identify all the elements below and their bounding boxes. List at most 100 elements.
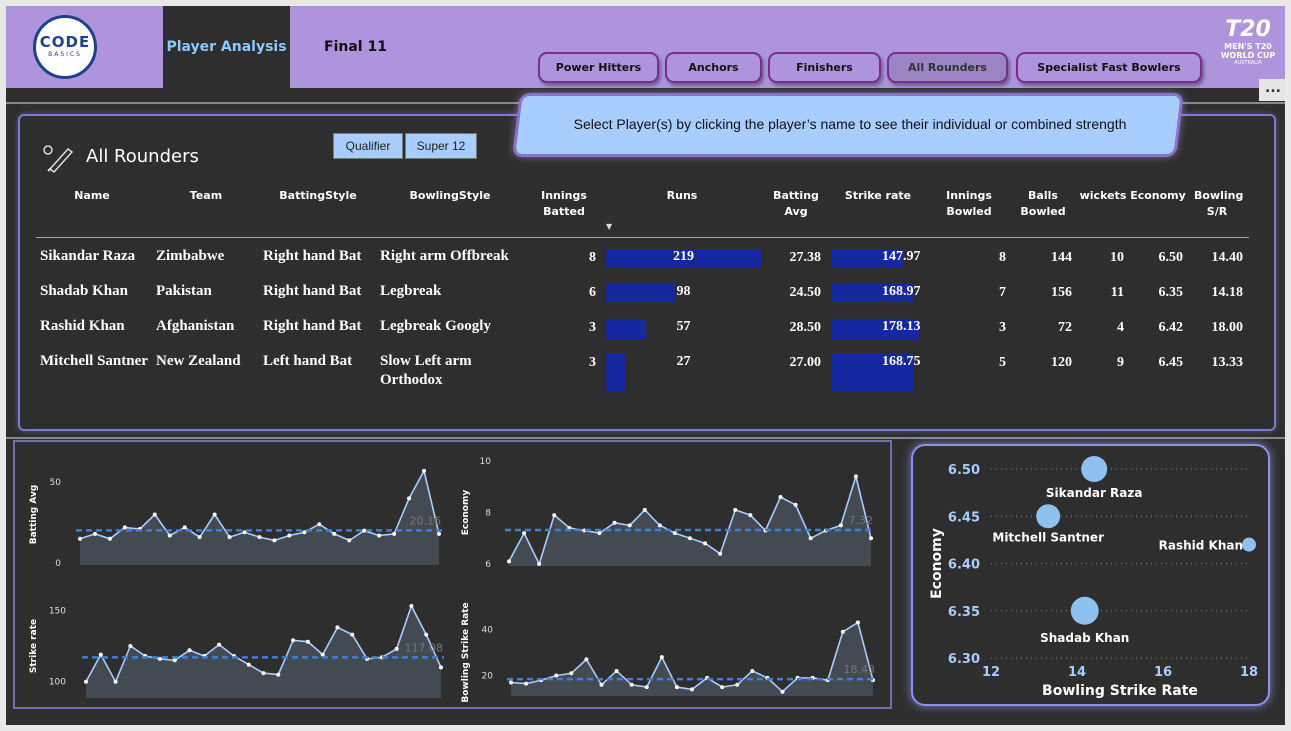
tab-player-analysis[interactable]: Player Analysis — [163, 6, 290, 88]
data-point — [644, 685, 649, 690]
data-point — [703, 541, 708, 546]
scatter-point — [1036, 504, 1061, 529]
specialist-fast-bowlers-button[interactable]: Specialist Fast Bowlers — [1016, 52, 1202, 83]
x-tick-label: 14 — [1068, 665, 1086, 680]
dashboard: CODE BASICS Player Analysis Final 11 Pow… — [6, 6, 1285, 725]
all-rounders-button[interactable]: All Rounders — [887, 52, 1008, 83]
runs-value: 219 — [673, 249, 694, 264]
economy: 6.35 — [1158, 285, 1184, 300]
data-point — [392, 531, 397, 536]
average-label: 18.43 — [844, 663, 876, 676]
bowling-sr: 18.00 — [1211, 320, 1244, 335]
col-name[interactable]: Name — [66, 188, 118, 204]
player-name[interactable]: Rashid Khan — [40, 317, 150, 336]
col-balls-bowled[interactable]: Balls Bowled — [1018, 188, 1068, 220]
data-point — [569, 671, 574, 676]
super-12-filter-button[interactable]: Super 12 — [405, 133, 477, 159]
table-panel — [18, 114, 1276, 431]
col-innings-batted[interactable]: Innings Batted — [534, 188, 594, 220]
data-point — [182, 525, 187, 530]
col-team[interactable]: Team — [176, 188, 236, 204]
data-point — [735, 682, 740, 687]
col-strike-rate[interactable]: Strike rate — [838, 188, 918, 204]
data-point — [128, 644, 133, 648]
innings-batted: 8 — [589, 250, 596, 265]
team: New Zealand — [156, 353, 241, 369]
series-area — [509, 476, 871, 566]
data-point — [552, 513, 557, 518]
data-point — [838, 523, 843, 528]
batting-avg: 27.38 — [789, 250, 822, 265]
y-axis-label: Strike rate — [29, 619, 39, 673]
data-point — [212, 512, 217, 517]
data-point — [394, 646, 399, 651]
team: Pakistan — [156, 283, 212, 299]
data-point — [347, 538, 352, 543]
anchors-button[interactable]: Anchors — [665, 52, 762, 83]
wc-logo-line2: WORLD CUP — [1220, 51, 1276, 60]
point-label: Rashid Khan — [1159, 539, 1243, 553]
balls-bowled: 156 — [1051, 285, 1072, 300]
data-point — [869, 536, 873, 541]
data-point — [437, 531, 441, 536]
x-tick-label: 12 — [982, 665, 1000, 680]
qualifier-filter-button[interactable]: Qualifier — [333, 133, 403, 159]
data-point — [690, 687, 694, 692]
data-point — [317, 522, 322, 527]
scatter-point — [1081, 456, 1108, 482]
col-runs[interactable]: Runs — [652, 188, 712, 204]
tab-final-11[interactable]: Final 11 — [324, 6, 387, 88]
strike-rate-value: 178.13 — [882, 319, 921, 334]
y-axis-label: Economy — [461, 490, 471, 536]
data-point — [524, 681, 529, 686]
data-point — [597, 531, 602, 536]
point-label: Mitchell Santner — [992, 530, 1104, 544]
col-bowling-sr[interactable]: Bowling S/R — [1194, 188, 1243, 220]
data-point — [350, 632, 355, 637]
data-point — [720, 685, 725, 690]
y-tick-label: 6.40 — [948, 558, 980, 573]
innings-batted: 6 — [589, 285, 596, 300]
col-bowling-style[interactable]: BowlingStyle — [400, 188, 500, 204]
cricket-bat-icon — [43, 145, 74, 173]
innings-bowled: 7 — [999, 285, 1006, 300]
finishers-button[interactable]: Finishers — [768, 52, 881, 83]
x-axis-label: Bowling Strike Rate — [1042, 683, 1198, 699]
bowling-style: Legbreak Googly — [380, 318, 491, 334]
player-name[interactable]: Mitchell Santner — [40, 352, 150, 371]
col-economy[interactable]: Economy — [1130, 188, 1186, 204]
data-point — [113, 679, 118, 684]
data-point — [152, 512, 157, 517]
data-point — [612, 520, 617, 525]
point-label: Shadab Khan — [1040, 631, 1129, 645]
col-batting-style[interactable]: BattingStyle — [268, 188, 368, 204]
data-point — [272, 538, 277, 543]
data-point — [291, 638, 296, 643]
player-name[interactable]: Sikandar Raza — [40, 247, 150, 266]
col-innings-bowled[interactable]: Innings Bowled — [938, 188, 1000, 220]
more-options-button[interactable]: ... — [1259, 79, 1285, 101]
data-point — [197, 535, 202, 540]
data-point — [187, 648, 192, 653]
data-point — [409, 604, 414, 608]
y-tick-label: 100 — [49, 678, 66, 688]
power-hitters-button[interactable]: Power Hitters — [538, 52, 659, 83]
data-point — [599, 682, 604, 687]
wickets: 11 — [1110, 285, 1124, 300]
innings-bowled: 5 — [999, 355, 1006, 370]
col-batting-avg[interactable]: Batting Avg — [766, 188, 826, 220]
player-name[interactable]: Shadab Khan — [40, 282, 150, 301]
y-tick-label: 6.50 — [948, 463, 980, 478]
y-tick-label: 10 — [480, 457, 492, 467]
y-tick-label: 50 — [50, 478, 62, 488]
bowling-style: Legbreak — [380, 283, 442, 299]
panel-title: All Rounders — [86, 146, 199, 167]
data-point — [78, 536, 82, 541]
sort-desc-icon: ▼ — [606, 222, 613, 231]
col-wickets[interactable]: wickets — [1078, 188, 1128, 204]
data-point — [793, 502, 798, 507]
data-point — [750, 668, 755, 673]
data-point — [362, 528, 367, 533]
data-point — [614, 668, 619, 673]
data-point — [778, 495, 783, 500]
